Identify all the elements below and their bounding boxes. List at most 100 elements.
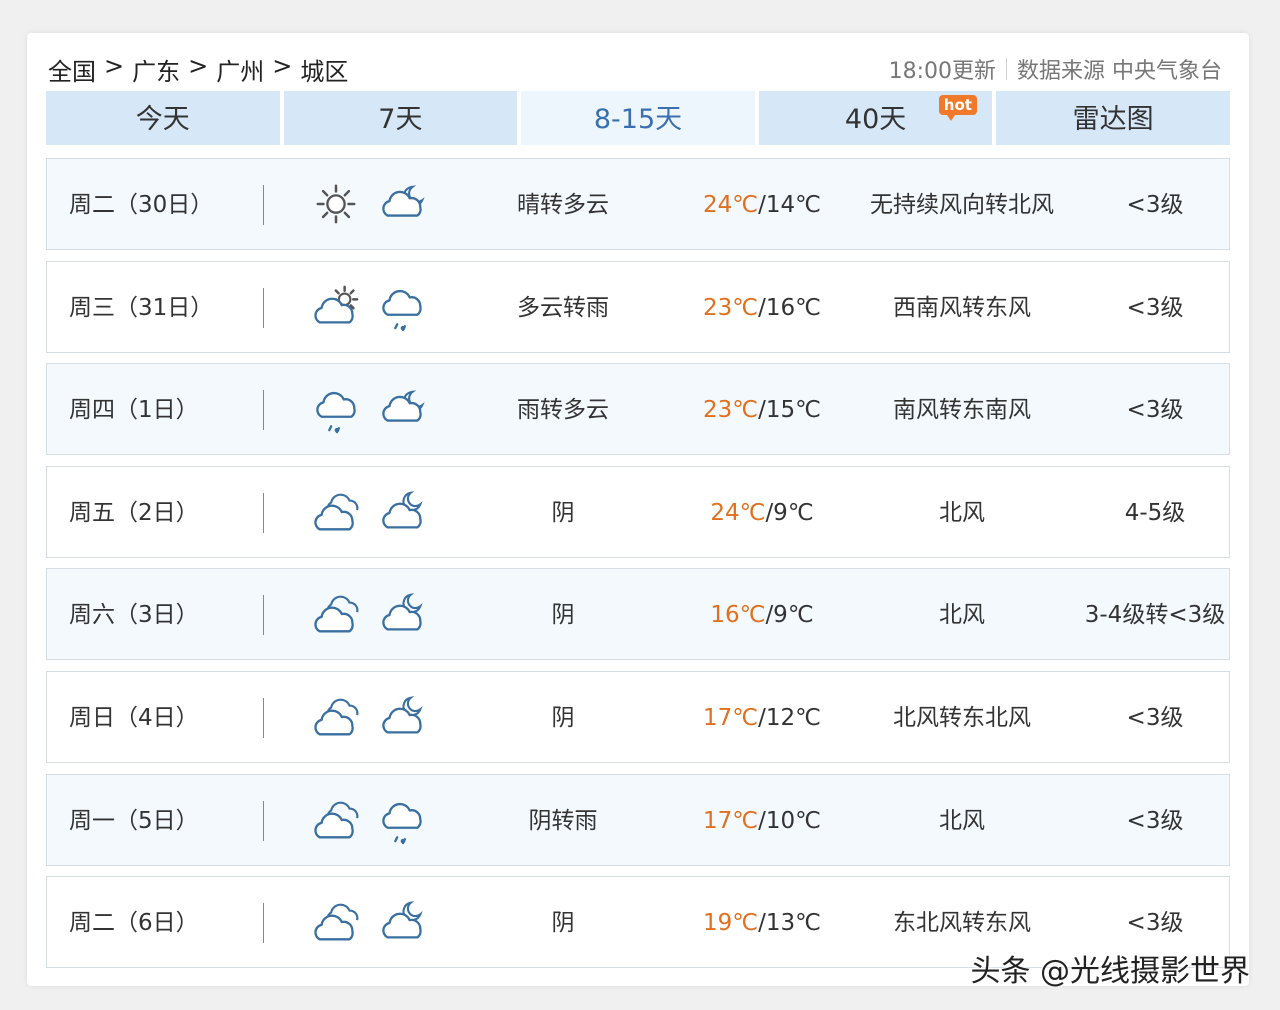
temperature: 19℃/13℃ [677, 877, 847, 969]
cloud-moon-icon-graphic [382, 390, 425, 422]
tab-8-15-days[interactable]: 8-15天 [521, 91, 755, 145]
forecast-row: 周三（31日） 多云转雨 23℃/16℃ 西南风转东风 <3级 [46, 260, 1230, 354]
overcast-icon-graphic [314, 698, 359, 736]
wind-direction: 北风 [939, 499, 985, 526]
temperature: 17℃/10℃ [677, 775, 847, 867]
forecast-day: 周一（5日） [69, 807, 199, 834]
weather-description: 阴 [551, 704, 575, 731]
overcast-icon [311, 899, 361, 947]
wind-level: <3级 [1126, 807, 1184, 834]
forecast-row: 周六（3日） 阴 16℃/9℃ 北风 3-4级转<3级 [46, 568, 1230, 661]
cloud-moon-icon-graphic [382, 185, 425, 217]
forecast-day: 周五（2日） [69, 499, 199, 526]
wind-direction: 西南风转东风 [893, 294, 1031, 321]
wind-direction: 无持续风向转北风 [870, 192, 1054, 218]
wind-direction: 北风 [939, 807, 985, 834]
weather-description: 阴 [551, 602, 575, 629]
weather-icons [311, 284, 427, 332]
overcast-icon-graphic [314, 903, 359, 941]
forecast-day: 周三（31日） [69, 294, 214, 321]
forecast-day: 周六（3日） [69, 602, 199, 629]
meta-divider [1006, 58, 1007, 80]
temperature: 23℃/15℃ [677, 364, 847, 456]
tab-40-days[interactable]: 40天 hot [758, 91, 993, 145]
low-temp: /14℃ [758, 192, 821, 218]
rain-icon [311, 386, 361, 434]
temperature: 17℃/12℃ [677, 672, 847, 764]
high-temp: 23℃ [703, 397, 759, 424]
wind-direction: 北风 [939, 602, 985, 629]
row-divider [263, 800, 264, 841]
forecast-tabs: 今天 7天 8-15天 40天 hot 雷达图 [46, 91, 1230, 145]
temperature: 23℃/16℃ [677, 262, 847, 354]
high-temp: 24℃ [710, 499, 766, 526]
weather-icons [311, 899, 427, 947]
weather-description: 雨转多云 [517, 397, 609, 424]
row-divider [263, 595, 264, 636]
cloud-moon-icon [377, 386, 427, 434]
overcast-night-icon-graphic [382, 901, 423, 939]
tab-7-days[interactable]: 7天 [283, 91, 518, 145]
data-source: 数据来源 中央气象台 [1017, 59, 1222, 84]
high-temp: 17℃ [703, 807, 759, 834]
watermark: 头条 @光线摄影世界 [970, 954, 1250, 989]
overcast-icon [311, 489, 361, 537]
forecast-row: 周二（30日） 晴转多云 24℃/14℃ 无持续风向转北风 <3级 [46, 158, 1230, 250]
breadcrumb-separator: > [272, 52, 293, 80]
low-temp: /15℃ [758, 397, 821, 424]
high-temp: 16℃ [710, 602, 766, 629]
weather-icons [311, 489, 427, 537]
wind-level: 3-4级转<3级 [1084, 602, 1226, 629]
weather-icons [311, 694, 427, 742]
wind-level: <3级 [1126, 294, 1184, 321]
weather-icons [311, 181, 427, 229]
overcast-night-icon [377, 591, 427, 639]
wind-level: <3级 [1126, 704, 1184, 731]
tab-today[interactable]: 今天 [46, 91, 280, 145]
forecast-day: 周四（1日） [69, 397, 199, 424]
overcast-night-icon-graphic [382, 593, 423, 631]
low-temp: /12℃ [758, 704, 821, 731]
overcast-night-icon-graphic [382, 490, 423, 529]
forecast-row: 周日（4日） 阴 17℃/12℃ 北风转东北风 <3级 [46, 670, 1230, 764]
update-meta: 18:00更新 数据来源 中央气象台 [889, 53, 1222, 85]
overcast-icon [311, 694, 361, 742]
row-divider [263, 185, 264, 225]
temperature: 24℃/9℃ [677, 467, 847, 559]
breadcrumb-separator: > [188, 52, 209, 80]
weather-description: 多云转雨 [517, 294, 609, 321]
cloud-moon-icon [377, 181, 427, 229]
tab-radar[interactable]: 雷达图 [996, 91, 1230, 145]
overcast-night-icon [377, 489, 427, 537]
weather-icons [311, 797, 427, 845]
breadcrumb: 全国 > 广东 > 广州 > 城区 [48, 52, 348, 87]
breadcrumb-item-province[interactable]: 广东 [132, 52, 180, 87]
row-divider [263, 390, 264, 431]
sun-icon-graphic [316, 184, 356, 224]
overcast-icon-graphic [314, 596, 359, 633]
high-temp: 24℃ [703, 192, 759, 218]
forecast-day: 周二（6日） [69, 910, 199, 937]
partly-cloudy-icon [311, 284, 361, 332]
forecast-day: 周二（30日） [69, 192, 214, 218]
low-temp: /10℃ [758, 807, 821, 834]
forecast-day: 周日（4日） [69, 704, 199, 731]
row-divider [263, 492, 264, 533]
overcast-icon-graphic [314, 493, 359, 531]
breadcrumb-separator: > [104, 52, 125, 80]
wind-level: <3级 [1126, 397, 1184, 424]
row-divider [263, 697, 264, 738]
rain-icon-graphic [382, 289, 422, 331]
breadcrumb-item-country[interactable]: 全国 [48, 52, 96, 87]
low-temp: /16℃ [758, 294, 821, 321]
breadcrumb-item-city[interactable]: 广州 [216, 52, 264, 87]
rain-icon-graphic [316, 392, 356, 434]
temperature: 24℃/14℃ [677, 159, 847, 251]
temperature: 16℃/9℃ [677, 569, 847, 661]
wind-level: <3级 [1126, 192, 1184, 218]
forecast-row: 周一（5日） 阴转雨 17℃/10℃ 北风 <3级 [46, 773, 1230, 867]
weather-description: 阴 [551, 499, 575, 526]
high-temp: 19℃ [703, 910, 759, 937]
forecast-row: 周五（2日） 阴 24℃/9℃ 北风 4-5级 [46, 465, 1230, 559]
rain-icon-graphic [382, 802, 422, 844]
